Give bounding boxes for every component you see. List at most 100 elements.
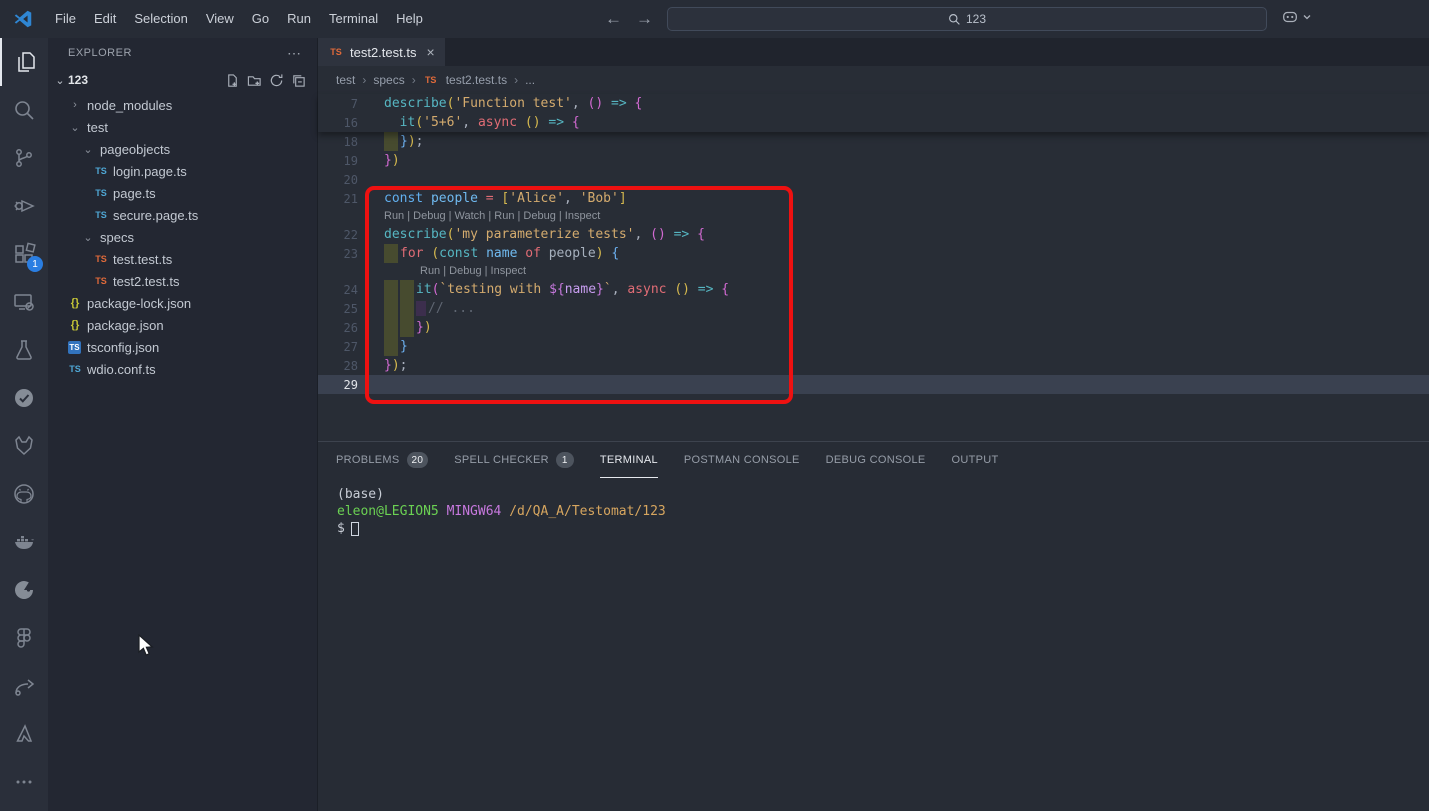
collapse-all-icon[interactable] [287,70,309,90]
tree-item-label: login.page.ts [113,164,187,179]
code-editor[interactable]: 7 describe('Function test', () => { 16 i… [318,94,1429,441]
code-line[interactable]: 23 for (const name of people) { [318,244,1429,263]
code-text: const people = ['Alice', 'Bob'] [384,189,627,208]
tree-item-label: test2.test.ts [113,274,179,289]
code-text: // ... [384,299,475,318]
code-text: }) [384,318,432,337]
menu-go[interactable]: Go [243,0,278,38]
code-line[interactable]: 22 describe('my parameterize tests', () … [318,225,1429,244]
coverage-gutter-block [384,318,398,337]
codelens[interactable]: Run | Debug | Inspect [318,263,1429,280]
breadcrumb-file[interactable]: test2.test.ts [446,73,507,87]
tree-item-secure-page-ts[interactable]: TS secure.page.ts [48,204,317,226]
menu-edit[interactable]: Edit [85,0,125,38]
gitlab-icon[interactable] [0,422,48,470]
new-folder-icon[interactable] [243,70,265,90]
code-line[interactable]: 29 [318,375,1429,394]
line-number: 26 [318,321,384,335]
code-line[interactable]: 24 it(`testing with ${name}`, async () =… [318,280,1429,299]
spell-checker-count-badge: 1 [556,452,574,468]
back-arrow-icon[interactable]: ← [605,9,622,29]
breadcrumb-symbol[interactable]: ... [525,73,535,87]
tree-item-specs[interactable]: ⌄ specs [48,226,317,248]
tree-item-test[interactable]: ⌄ test [48,116,317,138]
refresh-icon[interactable] [265,70,287,90]
breadcrumb-specs[interactable]: specs [373,73,404,87]
tab-terminal[interactable]: TERMINAL [600,442,658,478]
explorer-icon[interactable] [0,38,48,86]
tree-item-label: package.json [87,318,164,333]
explorer-more-actions-icon[interactable]: ⋯ [287,45,303,62]
forward-arrow-icon[interactable]: → [636,9,653,29]
new-file-icon[interactable] [221,70,243,90]
breadcrumb-test[interactable]: test [336,73,355,87]
tree-item-wdio-conf-ts[interactable]: TS wdio.conf.ts [48,358,317,380]
menu-help[interactable]: Help [387,0,432,38]
azure-icon[interactable] [0,710,48,758]
tree-item-pageobjects[interactable]: ⌄ pageobjects [48,138,317,160]
tab-test2-test-ts[interactable]: TS test2.test.ts × [318,38,445,66]
code-line[interactable]: 18 }); [318,132,1429,151]
share-redirect-icon[interactable] [0,662,48,710]
menu-view[interactable]: View [197,0,243,38]
pacman-circle-icon[interactable] [0,566,48,614]
tree-item-page-ts[interactable]: TS page.ts [48,182,317,204]
tree-item-test-test-ts[interactable]: TS test.test.ts [48,248,317,270]
terminal-line: (base) [337,486,1429,503]
code-line[interactable]: 28 }); [318,356,1429,375]
history-nav: ← → [605,0,653,38]
search-sidebar-icon[interactable] [0,86,48,134]
figma-icon[interactable] [0,614,48,662]
code-text: }); [384,132,423,151]
tab-debug-console[interactable]: DEBUG CONSOLE [826,442,926,478]
terminal-input-line[interactable]: $ [337,520,1429,537]
ts-file-icon: TS [93,166,109,176]
docker-icon[interactable] [0,518,48,566]
more-actions-icon[interactable] [0,758,48,806]
command-search-input[interactable]: 123 [667,7,1267,31]
menu-selection[interactable]: Selection [125,0,196,38]
codelens[interactable]: Run | Debug | Watch | Run | Debug | Insp… [318,208,1429,225]
tree-item-test2-test-ts[interactable]: TS test2.test.ts [48,270,317,292]
tree-item-package-json[interactable]: {} package.json [48,314,317,336]
testing-beaker-icon[interactable] [0,326,48,374]
problems-count-badge: 20 [407,452,429,468]
github-icon[interactable] [0,470,48,518]
code-line[interactable]: 26 }) [318,318,1429,337]
run-and-debug-icon[interactable] [0,182,48,230]
code-line[interactable]: 25 // ... [318,299,1429,318]
code-text: it('5+6', async () => { [384,113,580,132]
tree-item-package-lock-json[interactable]: {} package-lock.json [48,292,317,314]
menu-run[interactable]: Run [278,0,320,38]
tab-label: test2.test.ts [350,45,416,60]
code-line[interactable]: 19 }) [318,151,1429,170]
terminal[interactable]: (base) eleon@LEGION5 MINGW64 /d/QA_A/Tes… [318,478,1429,537]
workspace-section-header[interactable]: ⌄ 123 [48,68,317,92]
close-icon[interactable]: × [426,44,434,60]
menu-terminal[interactable]: Terminal [320,0,387,38]
terminal-cursor [351,522,359,536]
tab-label: OUTPUT [952,454,999,466]
tree-item-node-modules[interactable]: › node_modules [48,94,317,116]
source-control-icon[interactable] [0,134,48,182]
tab-postman-console[interactable]: POSTMAN CONSOLE [684,442,800,478]
code-line[interactable]: 21 const people = ['Alice', 'Bob'] [318,189,1429,208]
tab-spell-checker[interactable]: SPELL CHECKER 1 [454,442,574,478]
tab-output[interactable]: OUTPUT [952,442,999,478]
extensions-icon[interactable]: 1 [0,230,48,278]
code-line[interactable]: 16 it('5+6', async () => { [318,113,1429,132]
line-number: 23 [318,247,384,261]
copilot-menu[interactable] [1281,8,1312,26]
tree-item-tsconfig-json[interactable]: TS tsconfig.json [48,336,317,358]
remote-explorer-icon[interactable] [0,278,48,326]
tree-item-login-page-ts[interactable]: TS login.page.ts [48,160,317,182]
code-text: }) [384,151,400,170]
code-line[interactable]: 27 } [318,337,1429,356]
code-line[interactable]: 7 describe('Function test', () => { [318,94,1429,113]
tree-item-label: specs [100,230,134,245]
file-tree: › node_modules ⌄ test ⌄ pageobjects TS l… [48,94,317,380]
test-results-check-icon[interactable] [0,374,48,422]
menu-file[interactable]: File [46,0,85,38]
tab-problems[interactable]: PROBLEMS 20 [336,442,428,478]
code-line[interactable]: 20 [318,170,1429,189]
